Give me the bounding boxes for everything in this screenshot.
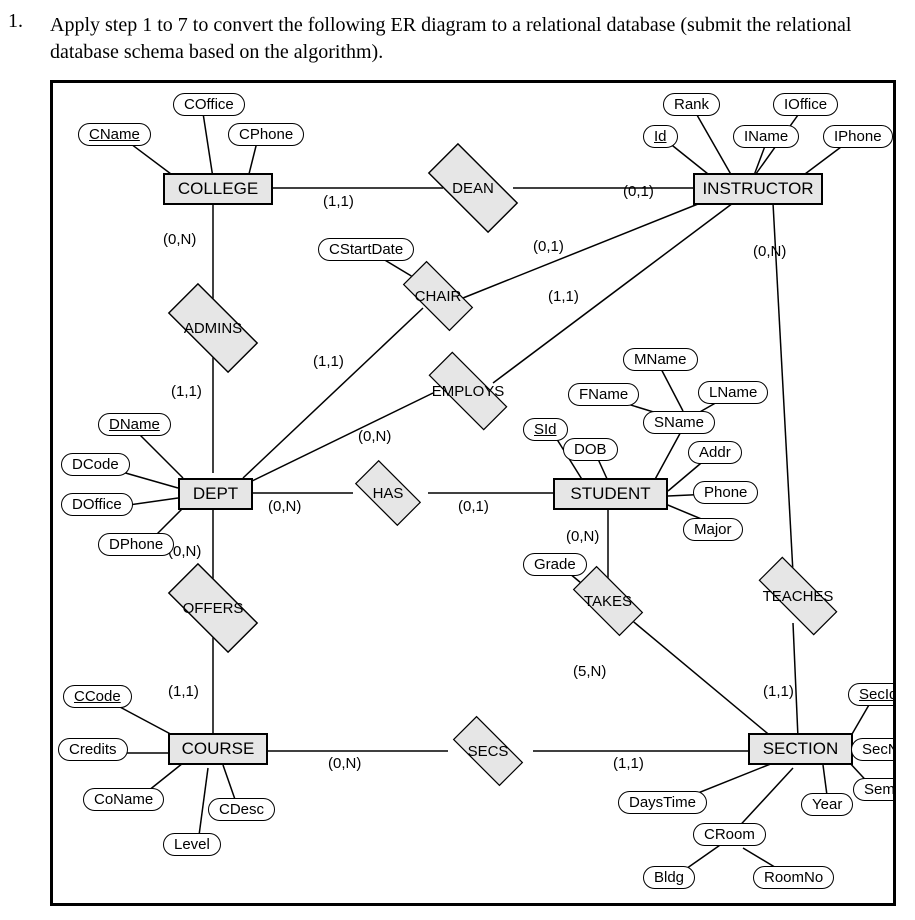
rel-dean: DEAN: [413, 158, 533, 218]
attr-ioffice: IOffice: [773, 93, 838, 116]
attr-ccode: CCode: [63, 685, 132, 708]
card-dept-chair: (1,1): [313, 353, 344, 370]
attr-dcode: DCode: [61, 453, 130, 476]
attr-sem: Sem: [853, 778, 896, 801]
attr-cphone: CPhone: [228, 123, 304, 146]
card-college-admins: (0,N): [163, 231, 196, 248]
card-section-secs: (1,1): [613, 755, 644, 772]
entity-course-label: COURSE: [182, 739, 255, 759]
er-diagram-frame: COLLEGE INSTRUCTOR DEPT STUDENT COURSE S…: [50, 80, 896, 906]
attr-dob: DOB: [563, 438, 618, 461]
attr-sname: SName: [643, 411, 715, 434]
entity-dept-label: DEPT: [193, 484, 238, 504]
attr-croom: CRoom: [693, 823, 766, 846]
rel-takes-label: TAKES: [584, 593, 632, 610]
entity-student-label: STUDENT: [570, 484, 650, 504]
attr-iname: IName: [733, 125, 799, 148]
entity-instructor: INSTRUCTOR: [693, 173, 823, 205]
attr-id: Id: [643, 125, 678, 148]
rel-offers-label: OFFERS: [183, 600, 244, 617]
attr-fname: FName: [568, 383, 639, 406]
entity-student: STUDENT: [553, 478, 668, 510]
entity-dept: DEPT: [178, 478, 253, 510]
attr-cdesc: CDesc: [208, 798, 275, 821]
entity-instructor-label: INSTRUCTOR: [702, 179, 813, 199]
attr-cstartdate: CStartDate: [318, 238, 414, 261]
attr-year: Year: [801, 793, 853, 816]
attr-credits: Credits: [58, 738, 128, 761]
attr-coffice: COffice: [173, 93, 245, 116]
attr-dphone: DPhone: [98, 533, 174, 556]
rel-dean-label: DEAN: [452, 180, 494, 197]
rel-secs-label: SECS: [468, 743, 509, 760]
attr-level: Level: [163, 833, 221, 856]
entity-course: COURSE: [168, 733, 268, 765]
attr-secno: SecNo: [851, 738, 896, 761]
er-diagram: COLLEGE INSTRUCTOR DEPT STUDENT COURSE S…: [53, 83, 893, 903]
card-section-teaches: (1,1): [763, 683, 794, 700]
rel-has: HAS: [338, 465, 438, 521]
rel-takes: TAKES: [553, 573, 663, 629]
rel-admins: ADMINS: [153, 298, 273, 358]
card-course-offers: (1,1): [168, 683, 199, 700]
card-instructor-chair: (0,1): [533, 238, 564, 255]
attr-cname: CName: [78, 123, 151, 146]
question-text: Apply step 1 to 7 to convert the followi…: [50, 12, 910, 66]
entity-college-label: COLLEGE: [178, 179, 258, 199]
rel-chair: CHAIR: [383, 268, 493, 324]
card-student-takes: (0,N): [566, 528, 599, 545]
attr-phone: Phone: [693, 481, 758, 504]
attr-lname: LName: [698, 381, 768, 404]
card-section-takes: (5,N): [573, 663, 606, 680]
card-dept-employs: (0,N): [358, 428, 391, 445]
question-number: 1.: [8, 10, 23, 33]
attr-iphone: IPhone: [823, 125, 893, 148]
rel-secs: SECS: [433, 723, 543, 779]
attr-roomno: RoomNo: [753, 866, 834, 889]
card-college-dean: (1,1): [323, 193, 354, 210]
attr-daystime: DaysTime: [618, 791, 707, 814]
card-student-has: (0,1): [458, 498, 489, 515]
card-instructor-dean: (0,1): [623, 183, 654, 200]
card-dept-admins: (1,1): [171, 383, 202, 400]
card-instructor-teaches: (0,N): [753, 243, 786, 260]
attr-dname: DName: [98, 413, 171, 436]
entity-college: COLLEGE: [163, 173, 273, 205]
entity-section: SECTION: [748, 733, 853, 765]
attr-grade: Grade: [523, 553, 587, 576]
attr-bldg: Bldg: [643, 866, 695, 889]
rel-chair-label: CHAIR: [415, 288, 462, 305]
attr-sid: SId: [523, 418, 568, 441]
attr-secid: SecId: [848, 683, 896, 706]
rel-employs-label: EMPLOYS: [432, 383, 505, 400]
rel-admins-label: ADMINS: [184, 320, 242, 337]
attr-addr: Addr: [688, 441, 742, 464]
card-instructor-employs: (1,1): [548, 288, 579, 305]
rel-teaches-label: TEACHES: [763, 588, 834, 605]
rel-has-label: HAS: [373, 485, 404, 502]
attr-mname: MName: [623, 348, 698, 371]
entity-section-label: SECTION: [763, 739, 839, 759]
rel-teaches: TEACHES: [733, 568, 863, 624]
attr-major: Major: [683, 518, 743, 541]
rel-offers: OFFERS: [153, 578, 273, 638]
attr-coname: CoName: [83, 788, 164, 811]
attr-rank: Rank: [663, 93, 720, 116]
attr-doffice: DOffice: [61, 493, 133, 516]
card-course-secs: (0,N): [328, 755, 361, 772]
card-dept-has: (0,N): [268, 498, 301, 515]
rel-employs: EMPLOYS: [403, 363, 533, 419]
